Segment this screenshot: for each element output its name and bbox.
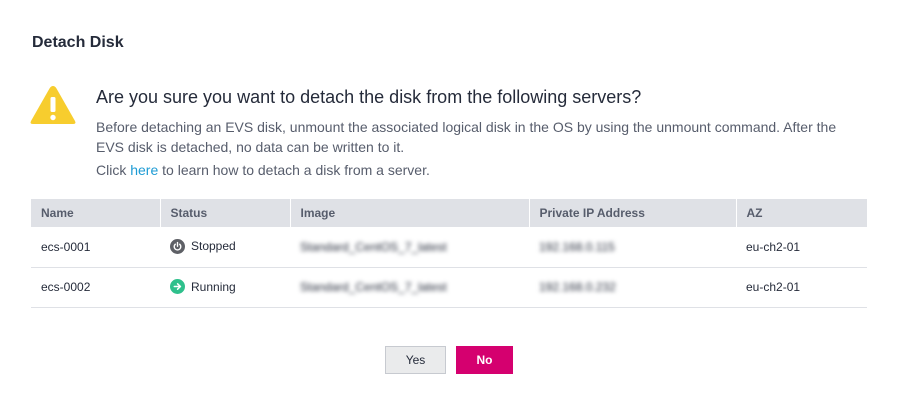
detach-description: Before detaching an EVS disk, unmount th… <box>96 119 837 155</box>
column-header-private-ip: Private IP Address <box>529 199 737 227</box>
help-link[interactable]: here <box>130 162 158 178</box>
cell-image: Standard_CentOS_7_latest <box>290 227 529 268</box>
confirm-question: Are you sure you want to detach the disk… <box>96 87 642 107</box>
help-text: Click here to learn how to detach a disk… <box>96 160 430 180</box>
status-label: Stopped <box>191 239 236 254</box>
cell-status: Stopped <box>160 227 290 268</box>
cell-name: ecs-0001 <box>31 227 160 268</box>
cell-name: ecs-0002 <box>31 267 160 308</box>
column-header-image: Image <box>290 199 530 227</box>
cell-az: eu-ch2-01 <box>736 267 867 308</box>
column-header-az: AZ <box>736 199 867 227</box>
yes-button[interactable]: Yes <box>385 346 446 374</box>
column-header-status: Status <box>160 199 291 227</box>
cell-status: Running <box>160 267 290 308</box>
arrow-right-circle-icon <box>170 279 185 294</box>
status-label: Running <box>191 279 236 294</box>
cell-image: Standard_CentOS_7_latest <box>290 267 529 308</box>
power-icon <box>170 238 185 254</box>
help-suffix: to learn how to detach a disk from a ser… <box>158 162 430 178</box>
column-header-name: Name <box>31 199 161 227</box>
cell-az: eu-ch2-01 <box>736 227 867 268</box>
no-button[interactable]: No <box>456 346 513 374</box>
detach-disk-dialog: Detach Disk Are you sure you want to det… <box>0 0 897 405</box>
help-prefix: Click <box>96 162 131 178</box>
servers-table: Name Status Image Private IP Address AZ … <box>31 199 867 308</box>
warning-triangle-icon <box>30 86 76 124</box>
cell-private-ip: 192.168.0.115 <box>529 227 736 268</box>
cell-private-ip: 192.168.0.232 <box>529 267 736 308</box>
table-row: ecs-0001 Stopped Standard_CentOS_7_lates… <box>31 227 867 268</box>
dialog-title: Detach Disk <box>32 34 124 51</box>
table-header-row: Name Status Image Private IP Address AZ <box>31 199 867 227</box>
table-row: ecs-0002 Running Standard_CentOS_7_lates… <box>31 267 867 308</box>
